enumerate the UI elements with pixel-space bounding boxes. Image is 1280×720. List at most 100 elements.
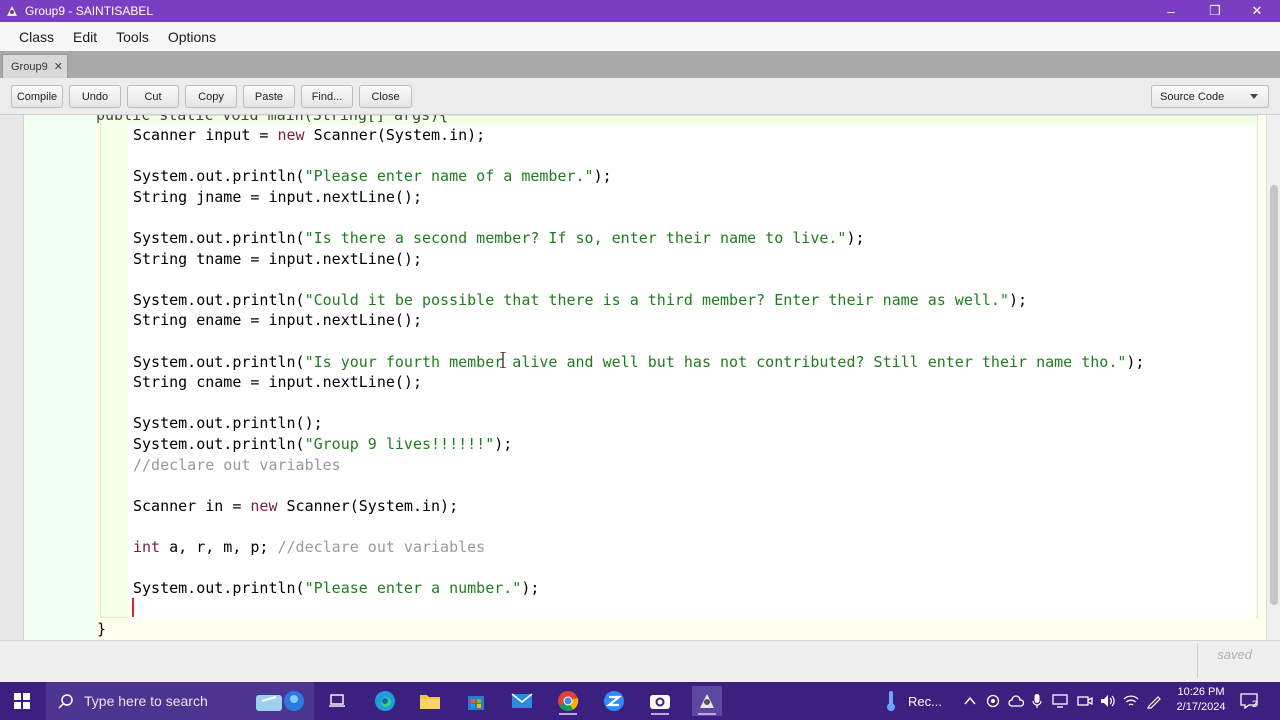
vertical-scrollbar[interactable]: [1266, 115, 1280, 640]
breakpoint-gutter[interactable]: [0, 115, 24, 640]
code-line: System.out.println("Could it be possible…: [133, 290, 1027, 310]
video-camera-icon: [1077, 696, 1093, 706]
code-token: Scanner input =: [133, 126, 278, 144]
source-code[interactable]: public static void main(String[] args){ …: [0, 115, 1144, 638]
search-highlight-icon: [256, 691, 304, 711]
string-literal: "Is there a second member? If so, enter …: [304, 229, 847, 247]
code-token: String ename = input.nextLine();: [133, 311, 422, 330]
copy-button[interactable]: Copy: [185, 85, 237, 108]
code-token: Scanner(System.in);: [277, 496, 459, 515]
edge-browser-icon[interactable]: [370, 686, 400, 716]
start-button[interactable]: [0, 682, 44, 720]
camera-tray-button[interactable]: [1077, 682, 1093, 720]
maximize-button[interactable]: ❐: [1192, 0, 1238, 22]
code-editor[interactable]: public static void main(String[] args){ …: [0, 115, 1280, 640]
compile-button[interactable]: Compile: [11, 85, 63, 108]
close-window-button[interactable]: ✕: [1234, 0, 1280, 22]
network-share-icon: [986, 694, 1000, 708]
display-button[interactable]: [1052, 682, 1068, 720]
keyword: new: [250, 496, 278, 515]
notification-count: 2: [1252, 699, 1258, 709]
file-explorer-icon[interactable]: [415, 686, 445, 716]
monitor-icon: [1052, 694, 1068, 708]
recording-label: Rec...: [908, 693, 942, 709]
code-line: int a, r, m, p; //declare out variables: [133, 537, 485, 557]
code-token: Scanner(System.in);: [304, 126, 486, 144]
code-token: System.out.println(: [133, 435, 305, 453]
partial-code-line: public static void main(String[] args){: [96, 115, 449, 124]
comment: //declare out variables: [133, 455, 341, 474]
wifi-icon: [1123, 695, 1139, 706]
speaker-icon: [1101, 695, 1115, 707]
show-hidden-icons-button[interactable]: [964, 682, 976, 720]
menu-options[interactable]: Options: [159, 29, 225, 45]
line-number-gutter: [24, 115, 96, 640]
bluej-app-icon: [5, 4, 19, 18]
pen-icon: [1147, 696, 1161, 709]
close-tab-icon[interactable]: ✕: [54, 60, 63, 73]
windows-logo-icon: [14, 693, 30, 709]
code-line: String jname = input.nextLine();: [133, 187, 422, 207]
code-line: System.out.println("Group 9 lives!!!!!!"…: [133, 434, 512, 454]
scrollbar-thumb[interactable]: [1270, 185, 1278, 605]
code-token: System.out.println(: [133, 352, 305, 371]
bluej-taskbar-icon[interactable]: [692, 686, 722, 716]
code-token: );: [494, 435, 513, 453]
code-line: String cname = input.nextLine();: [133, 372, 422, 392]
recording-indicator[interactable]: Rec...: [884, 682, 942, 720]
taskbar-clock[interactable]: 10:26 PM 2/17/2024: [1168, 685, 1234, 715]
microphone-button[interactable]: [1032, 682, 1042, 720]
ibeam-cursor-icon: [500, 352, 506, 368]
paste-button[interactable]: Paste: [243, 85, 295, 108]
status-divider: [1197, 644, 1198, 678]
notifications-button[interactable]: 2: [1240, 682, 1258, 720]
editor-toolbar: Compile Undo Cut Copy Paste Find... Clos…: [0, 78, 1280, 115]
view-select[interactable]: Source Code: [1151, 85, 1269, 108]
chevron-down-icon: [1250, 94, 1258, 99]
task-view-icon[interactable]: [322, 686, 352, 716]
clock-date: 2/17/2024: [1176, 701, 1226, 713]
string-literal: "Please enter a number.": [304, 579, 522, 598]
status-bar: saved: [0, 640, 1280, 682]
window-title: Group9 - SAINTISABEL: [25, 4, 154, 18]
code-line: System.out.println("Is there a second me…: [133, 228, 865, 248]
undo-button[interactable]: Undo: [69, 85, 121, 108]
code-line: //declare out variables: [133, 455, 341, 475]
clock-time: 10:26 PM: [1177, 686, 1225, 698]
microphone-icon: [1032, 694, 1042, 708]
menu-class[interactable]: Class: [10, 29, 63, 45]
mail-icon[interactable]: [507, 686, 537, 716]
code-line: System.out.println("Is your fourth membe…: [133, 352, 1144, 372]
code-token: );: [1126, 352, 1145, 371]
chevron-up-icon: [964, 696, 976, 705]
code-token: System.out.println(: [133, 579, 305, 598]
pen-button[interactable]: [1146, 682, 1162, 720]
search-icon: [58, 694, 73, 709]
find-button[interactable]: Find...: [301, 85, 353, 108]
zoom-icon[interactable]: [599, 686, 629, 716]
menu-edit[interactable]: Edit: [64, 29, 106, 45]
volume-button[interactable]: [1100, 682, 1116, 720]
string-literal: "Is your fourth member alive and well bu…: [304, 352, 1127, 371]
camera-app-icon[interactable]: [645, 686, 675, 716]
cloud-icon-button[interactable]: [1008, 682, 1024, 720]
microsoft-store-icon[interactable]: [461, 686, 491, 716]
code-token: }: [97, 620, 107, 639]
minimize-button[interactable]: –: [1148, 0, 1194, 22]
wifi-button[interactable]: [1123, 682, 1139, 720]
cut-button[interactable]: Cut: [127, 85, 179, 108]
code-token: String tname = input.nextLine();: [133, 249, 422, 268]
tab-group9[interactable]: Group9 ✕: [2, 54, 68, 78]
code-token: );: [1009, 290, 1028, 309]
code-line: Scanner input = new Scanner(System.in);: [133, 125, 485, 145]
chrome-icon[interactable]: [553, 686, 583, 716]
taskbar-search-box[interactable]: Type here to search: [46, 682, 314, 720]
save-status: saved: [1217, 647, 1252, 662]
code-token: );: [593, 167, 612, 186]
view-select-value: Source Code: [1160, 90, 1225, 103]
cloud-icon: [1008, 695, 1024, 707]
menu-tools[interactable]: Tools: [107, 29, 158, 45]
tray-app-icon[interactable]: [986, 682, 1000, 720]
close-button[interactable]: Close: [359, 85, 412, 108]
code-token: System.out.println(: [133, 229, 305, 247]
